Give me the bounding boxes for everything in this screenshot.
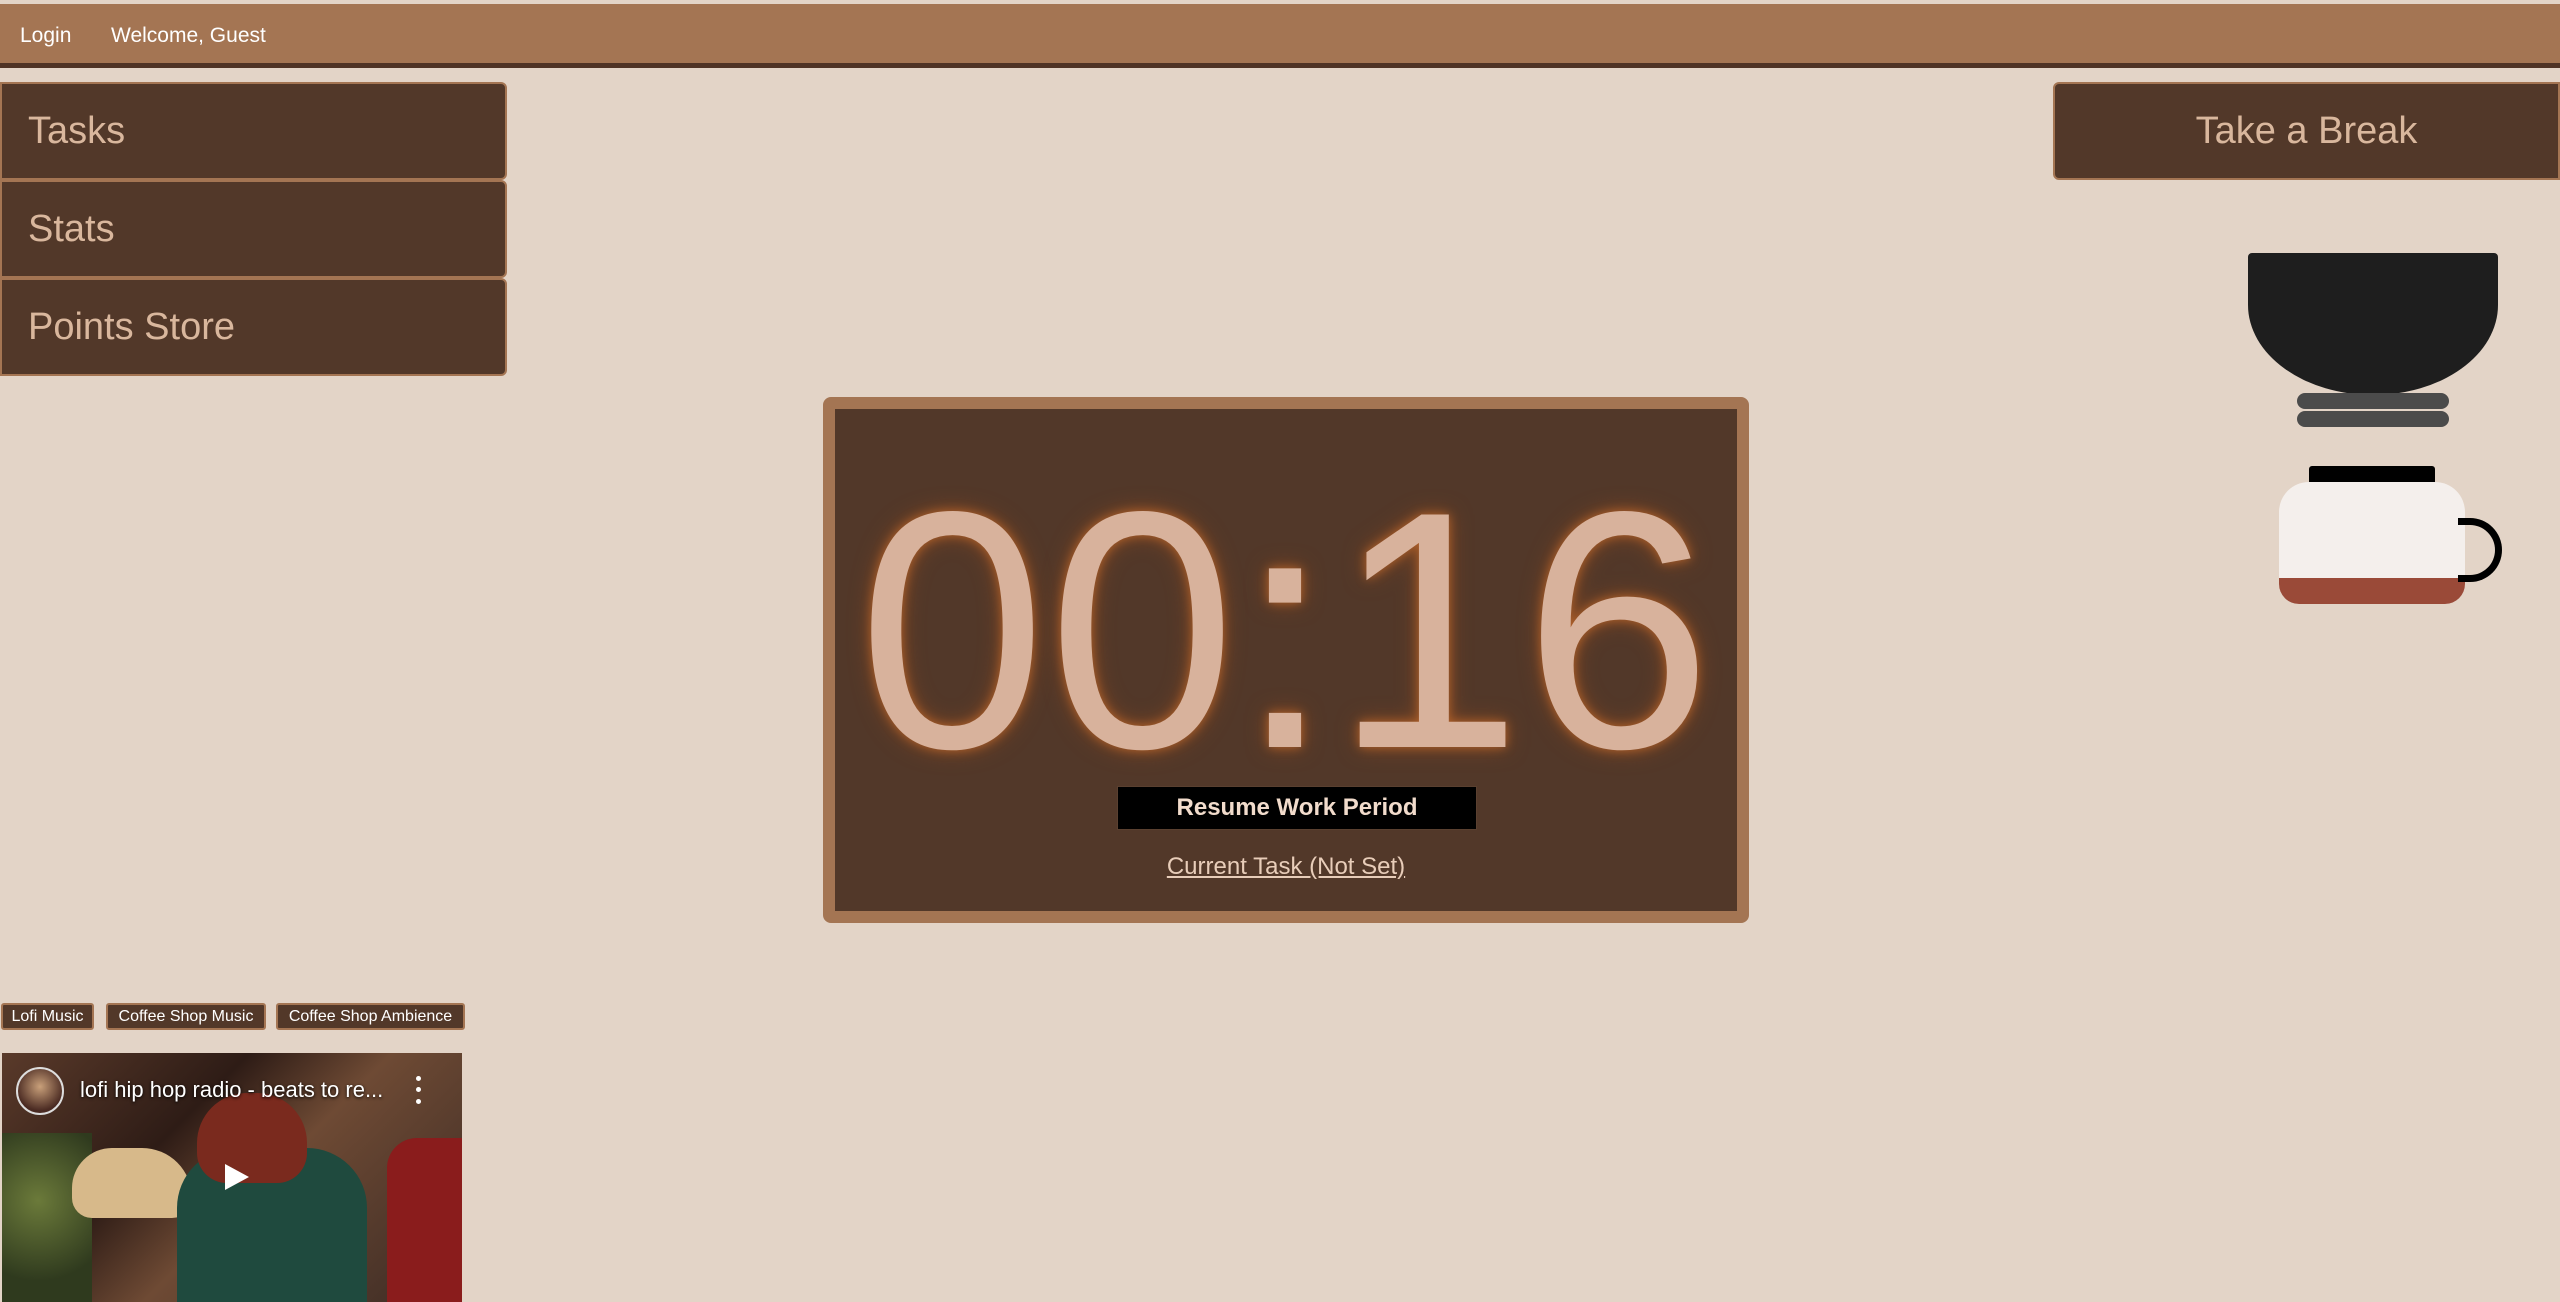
- video-title[interactable]: lofi hip hop radio - beats to re...: [80, 1077, 383, 1103]
- take-a-break-button[interactable]: Take a Break: [2053, 82, 2560, 180]
- current-task-link[interactable]: Current Task (Not Set): [835, 853, 1737, 881]
- brewer-top: [2248, 253, 2498, 395]
- play-icon[interactable]: [212, 1157, 262, 1197]
- video-scene-bear: [72, 1148, 192, 1218]
- cup-handle: [2458, 518, 2502, 582]
- coffee-maker-icon: [2240, 250, 2520, 620]
- more-vert-icon[interactable]: [410, 1073, 426, 1107]
- timer-display: 00:16: [858, 441, 1714, 819]
- coffee-cup: [2279, 482, 2465, 604]
- take-a-break-label: Take a Break: [2195, 109, 2418, 152]
- nav-tasks-label: Tasks: [28, 109, 126, 152]
- coffee-fill: [2279, 578, 2465, 604]
- resume-work-button[interactable]: Resume Work Period: [1117, 786, 1477, 830]
- nav-stats-label: Stats: [28, 207, 115, 250]
- tab-lofi-music[interactable]: Lofi Music: [1, 1003, 94, 1030]
- video-scene-plants: [2, 1133, 92, 1302]
- timer-panel: 00:16 Resume Work Period Current Task (N…: [823, 397, 1749, 923]
- nav-points-store-label: Points Store: [28, 305, 235, 348]
- login-link[interactable]: Login: [20, 24, 71, 48]
- tab-coffee-shop-music[interactable]: Coffee Shop Music: [106, 1003, 266, 1030]
- video-scene-chair: [387, 1138, 462, 1302]
- brewer-ring: [2297, 411, 2449, 427]
- welcome-text: Welcome, Guest: [111, 24, 266, 47]
- video-player[interactable]: lofi hip hop radio - beats to re...: [2, 1053, 462, 1302]
- tab-coffee-shop-ambience[interactable]: Coffee Shop Ambience: [276, 1003, 465, 1030]
- nav-stats-button[interactable]: Stats: [0, 180, 507, 278]
- nav-points-store-button[interactable]: Points Store: [0, 278, 507, 376]
- channel-avatar[interactable]: [16, 1067, 64, 1115]
- top-bar: Login Welcome, Guest: [0, 4, 2560, 68]
- brewer-ring: [2297, 393, 2449, 409]
- nav-tasks-button[interactable]: Tasks: [0, 82, 507, 180]
